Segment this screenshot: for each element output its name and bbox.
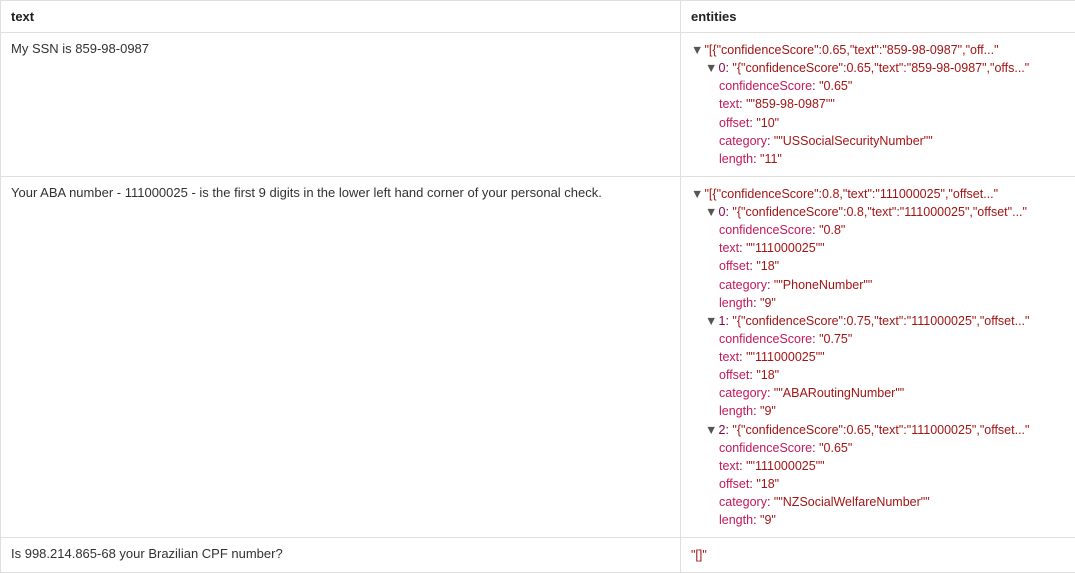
results-table: text entities My SSN is 859-98-0987 ▼ "[{…: [0, 0, 1075, 573]
tree-node-summary: "{"confidenceScore":0.65,"text":"1110000…: [732, 423, 1029, 437]
table-row: Your ABA number - 111000025 - is the fir…: [1, 176, 1075, 537]
tree-node-property: text: ""859-98-0987"": [691, 95, 1065, 113]
tree-node-value: ""859-98-0987"": [746, 97, 835, 111]
tree-node-key: text: [719, 241, 739, 255]
tree-node-key: confidenceScore: [719, 441, 812, 455]
cell-text: My SSN is 859-98-0987: [1, 33, 681, 177]
cell-text: Your ABA number - 111000025 - is the fir…: [1, 176, 681, 537]
tree-node-key: category: [719, 134, 767, 148]
tree-node-summary: "{"confidenceScore":0.75,"text":"1110000…: [732, 314, 1029, 328]
tree-node-value: "18": [756, 259, 779, 273]
tree-node-summary: "{"confidenceScore":0.8,"text":"11100002…: [732, 205, 1027, 219]
tree-node-property: length: "9": [691, 511, 1065, 529]
tree-node-summary: "[{"confidenceScore":0.65,"text":"859-98…: [704, 43, 998, 57]
tree-node-property: category: ""ABARoutingNumber"": [691, 384, 1065, 402]
cell-text: Is 998.214.865-68 your Brazilian CPF num…: [1, 538, 681, 573]
tree-node-value: ""ABARoutingNumber"": [774, 386, 904, 400]
tree-node-key: offset: [719, 259, 749, 273]
tree-node-property: offset: "10": [691, 114, 1065, 132]
tree-node-value: ""111000025"": [746, 350, 824, 364]
caret-down-icon: ▼: [705, 421, 715, 439]
tree-node-property: category: ""PhoneNumber"": [691, 276, 1065, 294]
tree-node-key: offset: [719, 116, 749, 130]
tree-node-key: length: [719, 152, 753, 166]
tree-node-summary: "{"confidenceScore":0.65,"text":"859-98-…: [732, 61, 1029, 75]
tree-node-value: ""111000025"": [746, 241, 824, 255]
cell-entities: ▼ "[{"confidenceScore":0.8,"text":"11100…: [681, 176, 1075, 537]
tree-node-key: text: [719, 459, 739, 473]
tree-node-value: "0.65": [819, 79, 852, 93]
tree-node-value: ""111000025"": [746, 459, 824, 473]
tree-node-value: "0.8": [819, 223, 845, 237]
tree-node-property: category: ""USSocialSecurityNumber"": [691, 132, 1065, 150]
tree-node-key: confidenceScore: [719, 332, 812, 346]
tree-node-key: text: [719, 350, 739, 364]
table-row: Is 998.214.865-68 your Brazilian CPF num…: [1, 538, 1075, 573]
table-header-row: text entities: [1, 1, 1075, 33]
tree-node-key: category: [719, 278, 767, 292]
tree-node-key: confidenceScore: [719, 79, 812, 93]
tree-node-key: offset: [719, 477, 749, 491]
tree-node-key: confidenceScore: [719, 223, 812, 237]
tree-node-key: length: [719, 296, 753, 310]
tree-node-value: ""NZSocialWelfareNumber"": [774, 495, 930, 509]
tree-node-key: category: [719, 495, 767, 509]
tree-node-property: offset: "18": [691, 475, 1065, 493]
cell-entities: ▼ "[{"confidenceScore":0.65,"text":"859-…: [681, 33, 1075, 177]
tree-node-property: offset: "18": [691, 257, 1065, 275]
tree-node-value: "0.65": [819, 441, 852, 455]
tree-node-summary: "[{"confidenceScore":0.8,"text":"1110000…: [704, 187, 998, 201]
tree-node-value: "18": [756, 477, 779, 491]
tree-node-property: length: "9": [691, 294, 1065, 312]
tree-node-property: confidenceScore: "0.75": [691, 330, 1065, 348]
tree-node-array[interactable]: ▼ "[{"confidenceScore":0.8,"text":"11100…: [691, 185, 1065, 203]
tree-node-value: "18": [756, 368, 779, 382]
tree-node-object[interactable]: ▼ 0: "{"confidenceScore":0.65,"text":"85…: [691, 59, 1065, 77]
col-header-entities: entities: [681, 1, 1075, 33]
table-row: My SSN is 859-98-0987 ▼ "[{"confidenceSco…: [1, 33, 1075, 177]
tree-node-key: length: [719, 513, 753, 527]
tree-node-property: text: ""111000025"": [691, 239, 1065, 257]
tree-node-property: confidenceScore: "0.8": [691, 221, 1065, 239]
tree-node-key: length: [719, 404, 753, 418]
tree-node-object[interactable]: ▼ 0: "{"confidenceScore":0.8,"text":"111…: [691, 203, 1065, 221]
tree-node-key: offset: [719, 368, 749, 382]
tree-node-value: "11": [760, 152, 782, 166]
caret-down-icon: ▼: [691, 41, 701, 59]
tree-node-value: ""USSocialSecurityNumber"": [774, 134, 933, 148]
tree-node-value: "9": [760, 296, 776, 310]
tree-node-value: "0.75": [819, 332, 852, 346]
tree-node-array[interactable]: ▼ "[{"confidenceScore":0.65,"text":"859-…: [691, 41, 1065, 59]
caret-down-icon: ▼: [705, 203, 715, 221]
tree-node-property: text: ""111000025"": [691, 457, 1065, 475]
tree-node-value: "9": [760, 404, 776, 418]
tree-node-object[interactable]: ▼ 1: "{"confidenceScore":0.75,"text":"11…: [691, 312, 1065, 330]
tree-node-object[interactable]: ▼ 2: "{"confidenceScore":0.65,"text":"11…: [691, 421, 1065, 439]
tree-node-property: offset: "18": [691, 366, 1065, 384]
cell-entities: "[]": [681, 538, 1075, 573]
caret-down-icon: ▼: [705, 59, 715, 77]
tree-node-value: ""PhoneNumber"": [774, 278, 872, 292]
tree-node-key: text: [719, 97, 739, 111]
tree-node-property: text: ""111000025"": [691, 348, 1065, 366]
tree-node-property: length: "11": [691, 150, 1065, 168]
tree-node-value: "10": [756, 116, 779, 130]
tree-node-value: "9": [760, 513, 776, 527]
caret-down-icon: ▼: [705, 312, 715, 330]
tree-node-property: confidenceScore: "0.65": [691, 77, 1065, 95]
tree-node-property: category: ""NZSocialWelfareNumber"": [691, 493, 1065, 511]
tree-node-key: category: [719, 386, 767, 400]
tree-node-property: confidenceScore: "0.65": [691, 439, 1065, 457]
caret-down-icon: ▼: [691, 185, 701, 203]
col-header-text: text: [1, 1, 681, 33]
tree-node-property: length: "9": [691, 402, 1065, 420]
